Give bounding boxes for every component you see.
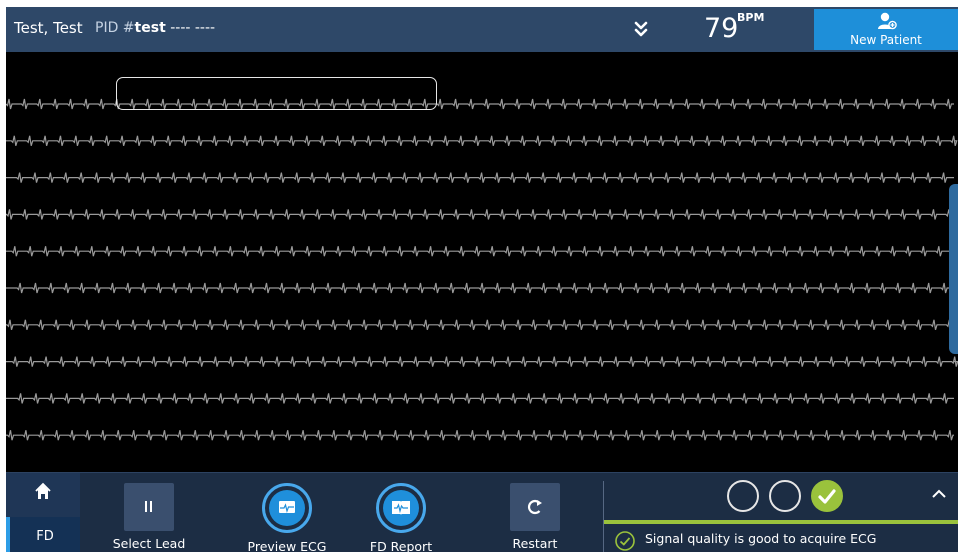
ecg-preview-icon bbox=[279, 501, 295, 514]
fd-report-label: FD Report bbox=[369, 539, 433, 552]
ecg-lead-trace bbox=[6, 172, 954, 183]
home-icon bbox=[35, 482, 51, 499]
select-lead-label: Select Lead bbox=[112, 536, 186, 551]
preview-ecg-button[interactable]: Preview ECG bbox=[244, 473, 330, 552]
pid-label: PID # bbox=[95, 20, 135, 36]
ecg-lead-trace bbox=[6, 246, 958, 257]
side-panel-handle[interactable] bbox=[949, 184, 958, 354]
check-circle-icon bbox=[615, 531, 635, 551]
fd-report-button-face bbox=[376, 483, 426, 533]
fd-report-button[interactable]: FD Report bbox=[358, 473, 444, 552]
new-patient-label: New Patient bbox=[850, 33, 922, 47]
quality-indicator-empty bbox=[727, 480, 759, 512]
fd-tab[interactable]: FD bbox=[6, 517, 80, 552]
chevron-up-icon[interactable] bbox=[930, 485, 948, 503]
pause-button-face bbox=[124, 483, 174, 531]
pid-value: test bbox=[134, 20, 166, 36]
preview-ecg-button-face bbox=[262, 483, 312, 533]
app-window: Test, Test PID #test ---- ---- 79 BPM Ne… bbox=[6, 7, 958, 552]
bottom-toolbar: FD Select Lead Preview ECG FD Report Res… bbox=[6, 472, 958, 552]
ecg-lead-trace bbox=[6, 135, 958, 146]
restart-button-face bbox=[510, 483, 560, 531]
ecg-lead-trace bbox=[6, 393, 954, 404]
heart-rate-value: 79 bbox=[704, 13, 739, 44]
ecg-lead-trace bbox=[6, 282, 954, 294]
fd-tab-label: FD bbox=[36, 529, 54, 544]
signal-quality-message: Signal quality is good to acquire ECG bbox=[645, 531, 877, 546]
ecg-lead-trace bbox=[6, 209, 954, 220]
report-icon bbox=[392, 501, 410, 515]
ecg-lead-trace bbox=[6, 319, 954, 330]
patient-name: Test, Test bbox=[14, 19, 83, 37]
quality-indicator-empty bbox=[769, 480, 801, 512]
patient-id: PID #test ---- ---- bbox=[95, 20, 215, 36]
add-patient-icon bbox=[878, 12, 897, 30]
new-patient-button[interactable]: New Patient bbox=[814, 9, 958, 50]
check-icon bbox=[818, 489, 836, 504]
restart-label: Restart bbox=[512, 536, 558, 551]
ecg-lead-trace bbox=[6, 430, 954, 441]
header-bar: Test, Test PID #test ---- ---- 79 BPM Ne… bbox=[6, 7, 958, 52]
ecg-traces bbox=[6, 98, 958, 441]
home-button[interactable] bbox=[6, 473, 80, 517]
ecg-lead-trace bbox=[6, 356, 958, 367]
pid-placeholder: ---- ---- bbox=[165, 20, 216, 36]
lead-selection-box[interactable] bbox=[116, 77, 437, 110]
collapse-header-button[interactable] bbox=[628, 16, 654, 42]
double-chevron-down-icon bbox=[634, 21, 648, 37]
select-lead-button[interactable]: Select Lead bbox=[106, 473, 192, 552]
signal-quality-bar bbox=[604, 520, 958, 524]
ecg-display bbox=[6, 52, 958, 472]
preview-ecg-label: Preview ECG bbox=[247, 539, 327, 552]
signal-quality-panel: Signal quality is good to acquire ECG bbox=[604, 473, 958, 552]
heart-rate-unit: BPM bbox=[737, 11, 765, 24]
quality-indicator-good bbox=[811, 480, 843, 512]
restart-button[interactable]: Restart bbox=[492, 473, 578, 552]
restart-icon bbox=[528, 499, 542, 515]
pause-icon bbox=[145, 501, 152, 512]
